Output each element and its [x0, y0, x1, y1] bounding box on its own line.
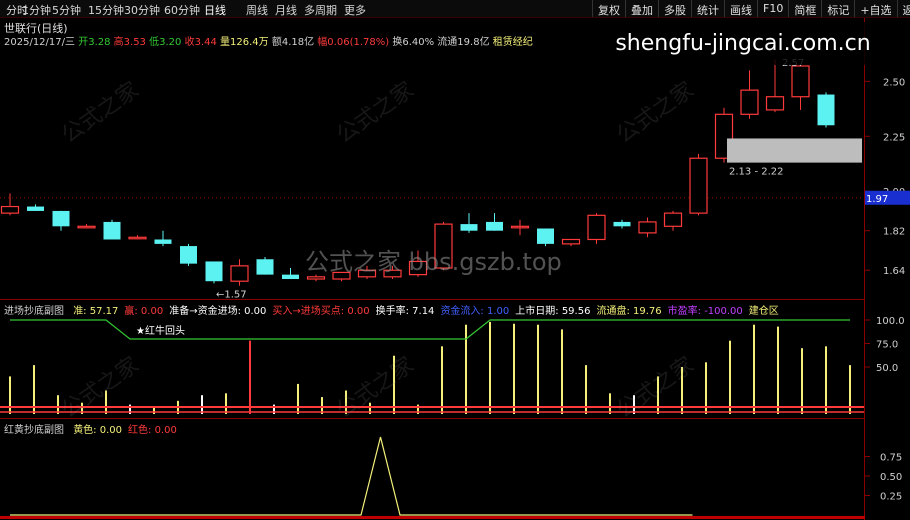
- candle-body: [230, 265, 249, 282]
- low-annotation: ←1.57: [216, 290, 247, 301]
- candle-body: [740, 89, 759, 115]
- candle-body: [689, 157, 708, 214]
- candle-body: [765, 96, 785, 111]
- ind1-tick-label: 50.0: [876, 363, 898, 374]
- candle-body: [791, 65, 810, 98]
- y-tick-label: 1.64: [883, 266, 905, 277]
- resistance-annotation: 2.13 - 2.22: [729, 167, 784, 178]
- candle-body: [587, 214, 606, 241]
- y-tick-label: 2.50: [883, 77, 905, 88]
- candle-body: [561, 238, 581, 245]
- candle-body: [613, 221, 631, 227]
- resistance-zone: [727, 138, 862, 163]
- candle-body: [103, 221, 121, 240]
- candle-body: [180, 246, 197, 264]
- candle-body: [52, 210, 70, 227]
- ind1-tick-label: 100.0: [876, 316, 905, 327]
- candle-body: [154, 239, 172, 244]
- candle-body: [77, 225, 96, 229]
- candle-body: [205, 261, 223, 282]
- y-tick-label: 1.82: [883, 227, 905, 238]
- candle-body: [128, 236, 147, 240]
- candle-body: [817, 94, 835, 126]
- ind2-tick-label: 0.25: [880, 492, 902, 503]
- ind2-tick-label: 0.50: [880, 472, 902, 483]
- site-banner: shengfu-jingcai.com.cn: [593, 22, 893, 65]
- candle-body: [256, 259, 274, 275]
- candle-body: [638, 221, 657, 234]
- ind1-tick-label: 75.0: [876, 340, 898, 351]
- ind2-tick-label: 0.75: [880, 453, 902, 464]
- candle-body: [486, 221, 503, 231]
- candle-body: [663, 212, 683, 227]
- ind2-yellow-line: [10, 436, 693, 516]
- candle-body: [0, 205, 20, 214]
- candle-body: [460, 224, 478, 231]
- last-price-label: 1.97: [866, 194, 888, 205]
- center-watermark: 公式之家 bbs.gszb.top: [305, 248, 562, 276]
- candle-body: [282, 274, 299, 280]
- candle-body: [510, 225, 530, 229]
- ind1-green-line: [10, 319, 850, 340]
- candle-body: [27, 206, 44, 211]
- candle-body: [306, 276, 326, 280]
- y-tick-label: 2.25: [883, 132, 905, 143]
